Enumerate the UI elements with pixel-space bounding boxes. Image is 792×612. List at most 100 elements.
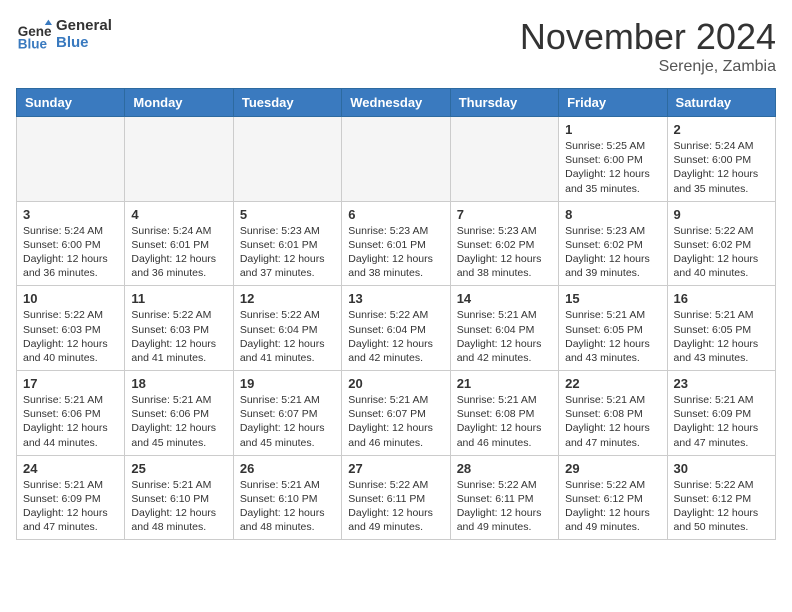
cell-info: Sunrise: 5:22 AM Sunset: 6:12 PM Dayligh… — [674, 478, 769, 535]
cell-info: Sunrise: 5:23 AM Sunset: 6:01 PM Dayligh… — [348, 224, 443, 281]
calendar-cell: 3Sunrise: 5:24 AM Sunset: 6:00 PM Daylig… — [17, 201, 125, 286]
week-row-3: 10 Sunrise: 5:22 AM Sunset: 6:03 PM Dayli… — [17, 286, 776, 371]
week-row-4: 17Sunrise: 5:21 AM Sunset: 6:06 PM Dayli… — [17, 371, 776, 456]
calendar-cell: 22 Sunrise: 5:21 AM Sunset: 6:08 PM Dayli… — [559, 371, 667, 456]
calendar-cell: 27 Sunrise: 5:22 AM Sunset: 6:11 PM Dayli… — [342, 455, 450, 540]
calendar-cell: 21Sunrise: 5:21 AM Sunset: 6:08 PM Dayli… — [450, 371, 558, 456]
calendar-cell: 29 Sunrise: 5:22 AM Sunset: 6:12 PM Dayli… — [559, 455, 667, 540]
day-number: 20 — [348, 376, 443, 391]
calendar-cell: 5 Sunrise: 5:23 AM Sunset: 6:01 PM Daylig… — [233, 201, 341, 286]
cell-info: Sunrise: 5:21 AM Sunset: 6:10 PM Dayligh… — [240, 478, 335, 535]
calendar-cell: 25 Sunrise: 5:21 AM Sunset: 6:10 PM Dayli… — [125, 455, 233, 540]
calendar-cell: 8 Sunrise: 5:23 AM Sunset: 6:02 PM Daylig… — [559, 201, 667, 286]
cell-info: Sunrise: 5:24 AM Sunset: 6:00 PM Dayligh… — [674, 139, 769, 196]
calendar-cell — [125, 117, 233, 202]
day-number: 25 — [131, 461, 226, 476]
day-number: 30 — [674, 461, 769, 476]
cell-info: Sunrise: 5:21 AM Sunset: 6:05 PM Dayligh… — [674, 308, 769, 365]
cell-info: Sunrise: 5:24 AM Sunset: 6:01 PM Dayligh… — [131, 224, 226, 281]
cell-info: Sunrise: 5:23 AM Sunset: 6:02 PM Dayligh… — [457, 224, 552, 281]
logo-line2: Blue — [56, 34, 112, 51]
calendar-cell: 4 Sunrise: 5:24 AM Sunset: 6:01 PM Daylig… — [125, 201, 233, 286]
day-number: 6 — [348, 207, 443, 222]
cell-info: Sunrise: 5:22 AM Sunset: 6:12 PM Dayligh… — [565, 478, 660, 535]
day-number: 2 — [674, 122, 769, 137]
logo-line1: General — [56, 17, 112, 34]
weekday-header-saturday: Saturday — [667, 89, 775, 117]
calendar-cell — [450, 117, 558, 202]
cell-info: Sunrise: 5:22 AM Sunset: 6:04 PM Dayligh… — [348, 308, 443, 365]
cell-info: Sunrise: 5:21 AM Sunset: 6:09 PM Dayligh… — [674, 393, 769, 450]
cell-info: Sunrise: 5:21 AM Sunset: 6:06 PM Dayligh… — [131, 393, 226, 450]
day-number: 12 — [240, 291, 335, 306]
weekday-header-sunday: Sunday — [17, 89, 125, 117]
weekday-header-friday: Friday — [559, 89, 667, 117]
cell-info: Sunrise: 5:23 AM Sunset: 6:02 PM Dayligh… — [565, 224, 660, 281]
cell-info: Sunrise: 5:21 AM Sunset: 6:05 PM Dayligh… — [565, 308, 660, 365]
cell-info: Sunrise: 5:23 AM Sunset: 6:01 PM Dayligh… — [240, 224, 335, 281]
month-title: November 2024 — [520, 16, 776, 58]
page-header: General Blue General Blue November 2024 … — [16, 16, 776, 76]
cell-info: Sunrise: 5:21 AM Sunset: 6:10 PM Dayligh… — [131, 478, 226, 535]
day-number: 11 — [131, 291, 226, 306]
day-number: 10 — [23, 291, 118, 306]
day-number: 16 — [674, 291, 769, 306]
day-number: 5 — [240, 207, 335, 222]
day-number: 24 — [23, 461, 118, 476]
cell-info: Sunrise: 5:22 AM Sunset: 6:11 PM Dayligh… — [348, 478, 443, 535]
cell-info: Sunrise: 5:22 AM Sunset: 6:11 PM Dayligh… — [457, 478, 552, 535]
calendar-cell: 23 Sunrise: 5:21 AM Sunset: 6:09 PM Dayli… — [667, 371, 775, 456]
calendar-cell: 12Sunrise: 5:22 AM Sunset: 6:04 PM Dayli… — [233, 286, 341, 371]
weekday-header-tuesday: Tuesday — [233, 89, 341, 117]
weekday-header-wednesday: Wednesday — [342, 89, 450, 117]
calendar-cell: 17Sunrise: 5:21 AM Sunset: 6:06 PM Dayli… — [17, 371, 125, 456]
cell-info: Sunrise: 5:25 AM Sunset: 6:00 PM Dayligh… — [565, 139, 660, 196]
calendar-cell: 1 Sunrise: 5:25 AM Sunset: 6:00 PM Daylig… — [559, 117, 667, 202]
calendar-cell: 28Sunrise: 5:22 AM Sunset: 6:11 PM Dayli… — [450, 455, 558, 540]
day-number: 18 — [131, 376, 226, 391]
day-number: 19 — [240, 376, 335, 391]
cell-info: Sunrise: 5:21 AM Sunset: 6:08 PM Dayligh… — [565, 393, 660, 450]
week-row-5: 24 Sunrise: 5:21 AM Sunset: 6:09 PM Dayli… — [17, 455, 776, 540]
cell-info: Sunrise: 5:22 AM Sunset: 6:03 PM Dayligh… — [131, 308, 226, 365]
title-block: November 2024 Serenje, Zambia — [520, 16, 776, 76]
day-number: 4 — [131, 207, 226, 222]
calendar-cell: 26 Sunrise: 5:21 AM Sunset: 6:10 PM Dayli… — [233, 455, 341, 540]
day-number: 22 — [565, 376, 660, 391]
calendar-cell: 20 Sunrise: 5:21 AM Sunset: 6:07 PM Dayli… — [342, 371, 450, 456]
day-number: 8 — [565, 207, 660, 222]
weekday-header-row: SundayMondayTuesdayWednesdayThursdayFrid… — [17, 89, 776, 117]
calendar-cell: 9Sunrise: 5:22 AM Sunset: 6:02 PM Daylig… — [667, 201, 775, 286]
weekday-header-thursday: Thursday — [450, 89, 558, 117]
calendar-cell: 10 Sunrise: 5:22 AM Sunset: 6:03 PM Dayli… — [17, 286, 125, 371]
day-number: 23 — [674, 376, 769, 391]
cell-info: Sunrise: 5:21 AM Sunset: 6:07 PM Dayligh… — [348, 393, 443, 450]
day-number: 15 — [565, 291, 660, 306]
day-number: 7 — [457, 207, 552, 222]
calendar-cell: 30 Sunrise: 5:22 AM Sunset: 6:12 PM Dayli… — [667, 455, 775, 540]
calendar-cell — [233, 117, 341, 202]
calendar-cell: 6 Sunrise: 5:23 AM Sunset: 6:01 PM Daylig… — [342, 201, 450, 286]
calendar-cell — [342, 117, 450, 202]
cell-info: Sunrise: 5:22 AM Sunset: 6:02 PM Dayligh… — [674, 224, 769, 281]
calendar-cell: 24 Sunrise: 5:21 AM Sunset: 6:09 PM Dayli… — [17, 455, 125, 540]
day-number: 1 — [565, 122, 660, 137]
calendar-cell: 15 Sunrise: 5:21 AM Sunset: 6:05 PM Dayli… — [559, 286, 667, 371]
calendar-table: SundayMondayTuesdayWednesdayThursdayFrid… — [16, 88, 776, 540]
week-row-1: 1 Sunrise: 5:25 AM Sunset: 6:00 PM Daylig… — [17, 117, 776, 202]
calendar-cell: 13Sunrise: 5:22 AM Sunset: 6:04 PM Dayli… — [342, 286, 450, 371]
calendar-cell: 16 Sunrise: 5:21 AM Sunset: 6:05 PM Dayli… — [667, 286, 775, 371]
calendar-cell — [17, 117, 125, 202]
cell-info: Sunrise: 5:22 AM Sunset: 6:03 PM Dayligh… — [23, 308, 118, 365]
cell-info: Sunrise: 5:21 AM Sunset: 6:09 PM Dayligh… — [23, 478, 118, 535]
day-number: 29 — [565, 461, 660, 476]
cell-info: Sunrise: 5:21 AM Sunset: 6:06 PM Dayligh… — [23, 393, 118, 450]
cell-info: Sunrise: 5:21 AM Sunset: 6:08 PM Dayligh… — [457, 393, 552, 450]
weekday-header-monday: Monday — [125, 89, 233, 117]
day-number: 26 — [240, 461, 335, 476]
day-number: 27 — [348, 461, 443, 476]
svg-text:Blue: Blue — [18, 36, 48, 51]
calendar-cell: 19Sunrise: 5:21 AM Sunset: 6:07 PM Dayli… — [233, 371, 341, 456]
cell-info: Sunrise: 5:24 AM Sunset: 6:00 PM Dayligh… — [23, 224, 118, 281]
week-row-2: 3Sunrise: 5:24 AM Sunset: 6:00 PM Daylig… — [17, 201, 776, 286]
